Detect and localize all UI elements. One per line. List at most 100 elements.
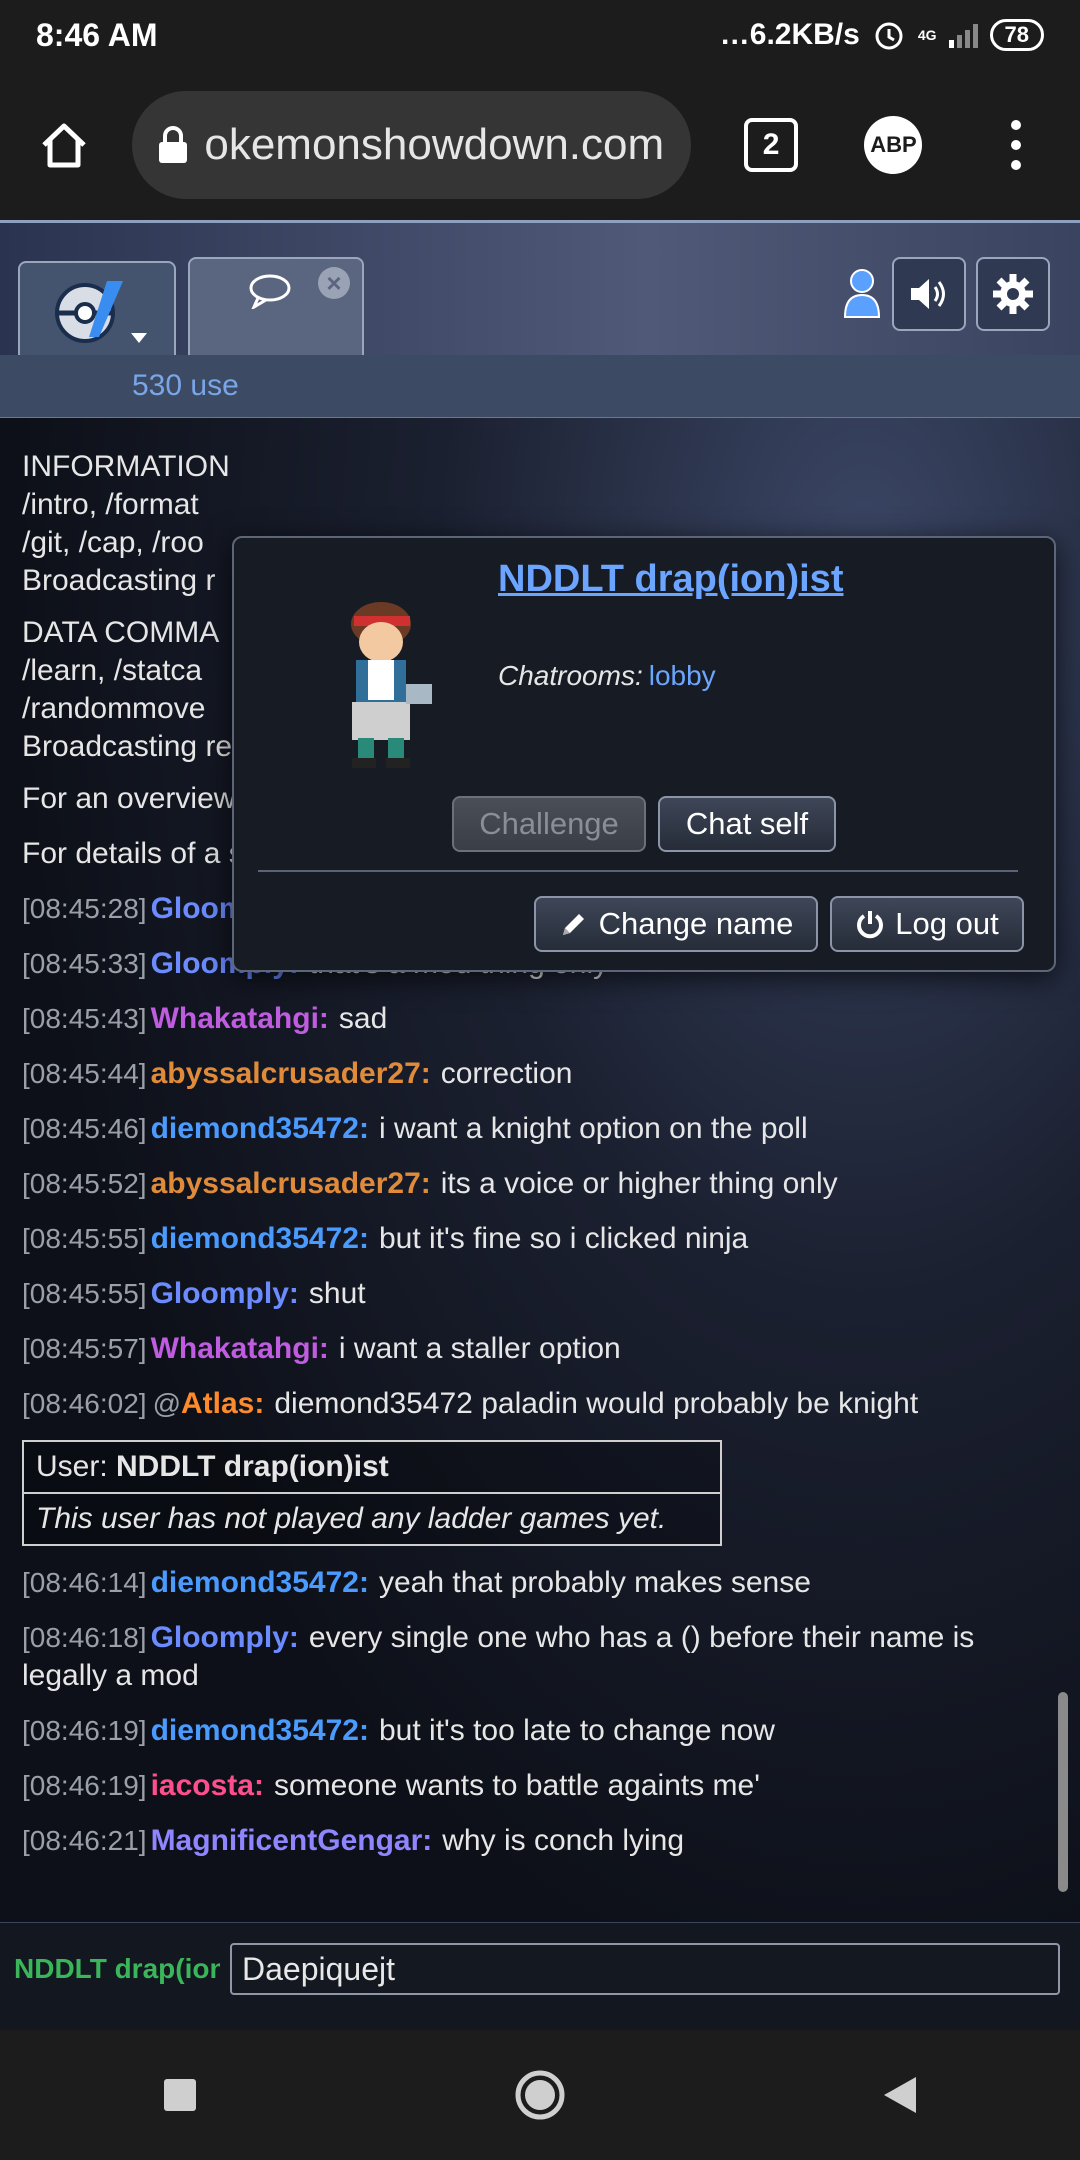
- showdown-page: × 530 use INFORMATION /intro, /format /g…: [0, 220, 1080, 2030]
- message-timestamp: [08:46:19]: [22, 1770, 147, 1801]
- sound-button[interactable]: [892, 257, 966, 331]
- network-type: 4G: [917, 27, 937, 43]
- message-username[interactable]: Gloomply:: [151, 1621, 299, 1654]
- chat-message: [08:46:14] diemond35472: yeah that probabl…: [22, 1564, 1052, 1602]
- message-username[interactable]: diemond35472:: [151, 1112, 369, 1145]
- url-bar[interactable]: okemonshowdown.com: [132, 91, 691, 199]
- popup-chatrooms: Chatrooms: lobby: [498, 660, 716, 691]
- showdown-logo-icon: [55, 281, 147, 343]
- chatroom-link-lobby[interactable]: lobby: [649, 660, 716, 691]
- recents-button[interactable]: [135, 2050, 225, 2140]
- message-timestamp: [08:46:02]: [22, 1388, 147, 1419]
- chat-message: [08:45:52] abyssalcrusader27: its a voice …: [22, 1165, 1052, 1203]
- message-timestamp: [08:45:55]: [22, 1223, 147, 1254]
- chat-message: [08:45:55] diemond35472: but it's fine so …: [22, 1220, 1052, 1258]
- message-timestamp: [08:46:18]: [22, 1622, 147, 1653]
- message-timestamp: [08:45:43]: [22, 1003, 147, 1034]
- home-nav-button[interactable]: [495, 2050, 585, 2140]
- home-button[interactable]: [20, 100, 108, 190]
- settings-button[interactable]: [976, 257, 1050, 331]
- close-tab-icon[interactable]: ×: [318, 267, 350, 299]
- trainer-avatar: [351, 602, 432, 768]
- user-info-table: User: NDDLT drap(ion)ist This user has n…: [22, 1440, 722, 1546]
- chat-message: [08:46:19] diemond35472: but it's too late…: [22, 1712, 1052, 1750]
- chat-message: [08:45:55] Gloomply: shut: [22, 1275, 1052, 1313]
- back-button[interactable]: [855, 2050, 945, 2140]
- home-icon: [42, 123, 86, 168]
- message-text: why is conch lying: [442, 1824, 685, 1857]
- message-username[interactable]: abyssalcrusader27:: [151, 1057, 431, 1090]
- message-username[interactable]: diemond35472:: [151, 1714, 369, 1747]
- user-icon[interactable]: [842, 267, 882, 319]
- signal-icon: [948, 22, 978, 48]
- volume-icon: [911, 279, 945, 309]
- user-popup: NDDLT drap(ion)ist Chatrooms: lobby Chall…: [232, 536, 1056, 972]
- message-username[interactable]: diemond35472:: [151, 1566, 369, 1599]
- chat-message: [08:46:19] iacosta: someone wants to battl…: [22, 1767, 1052, 1805]
- lobby-tab[interactable]: ×: [188, 257, 364, 365]
- menu-button[interactable]: [972, 100, 1060, 190]
- chat-message: [08:46:02] @Atlas: diemond35472 paladin wo…: [22, 1385, 1052, 1423]
- user-rank: @: [152, 1388, 181, 1419]
- message-username[interactable]: Whakatahgi:: [151, 1002, 329, 1035]
- message-username[interactable]: Whakatahgi:: [151, 1332, 329, 1365]
- user-info-note: This user has not played any ladder game…: [24, 1492, 720, 1544]
- status-icons: …6.2KB/s 4G 78: [720, 18, 1044, 52]
- message-username[interactable]: MagnificentGengar:: [151, 1824, 433, 1857]
- message-timestamp: [08:45:44]: [22, 1058, 147, 1089]
- message-text: diemond35472 paladin would probably be k…: [274, 1387, 919, 1420]
- chat-bubble-icon: [249, 274, 291, 309]
- back-triangle-icon: [884, 2077, 916, 2113]
- popup-divider: [258, 870, 1018, 872]
- chat-input[interactable]: [230, 1943, 1060, 1995]
- user-info-name: NDDLT drap(ion)ist: [116, 1450, 389, 1483]
- chat-self-button[interactable]: Chat self: [658, 796, 836, 852]
- browser-toolbar: okemonshowdown.com 2 ABP: [0, 70, 1080, 220]
- popup-username[interactable]: NDDLT drap(ion)ist: [498, 558, 843, 601]
- message-timestamp: [08:45:52]: [22, 1168, 147, 1199]
- message-username[interactable]: Gloomply:: [151, 1277, 299, 1310]
- message-text: i want a staller option: [338, 1332, 621, 1365]
- square-icon: [164, 2079, 196, 2111]
- message-timestamp: [08:46:19]: [22, 1715, 147, 1746]
- message-username[interactable]: Atlas:: [181, 1387, 264, 1420]
- own-username[interactable]: NDDLT drap(ion: [14, 1953, 220, 1985]
- message-timestamp: [08:45:46]: [22, 1113, 147, 1144]
- pencil-icon: [562, 914, 584, 935]
- chat-input-bar: NDDLT drap(ion: [0, 1922, 1080, 2030]
- abp-icon: ABP: [864, 116, 923, 174]
- user-list-bar[interactable]: 530 use: [0, 355, 1080, 418]
- home-tab[interactable]: [18, 261, 176, 365]
- gear-icon: [993, 274, 1033, 314]
- adblock-button[interactable]: ABP: [849, 100, 937, 190]
- chat-message: [08:45:46] diemond35472: i want a knight o…: [22, 1110, 1052, 1148]
- messages-after: [08:46:14] diemond35472: yeah that probabl…: [22, 1564, 1052, 1860]
- alarm-icon: [875, 22, 903, 50]
- message-username[interactable]: abyssalcrusader27:: [151, 1167, 431, 1200]
- chat-message: [08:45:57] Whakatahgi: i want a staller op…: [22, 1330, 1052, 1368]
- url-text: okemonshowdown.com: [204, 120, 665, 169]
- more-vert-icon: [1010, 120, 1021, 170]
- change-name-button[interactable]: Change name: [534, 896, 818, 952]
- message-text: i want a knight option on the poll: [378, 1112, 808, 1145]
- message-timestamp: [08:45:28]: [22, 893, 147, 924]
- log-out-button[interactable]: Log out: [830, 896, 1024, 952]
- message-timestamp: [08:46:14]: [22, 1567, 147, 1598]
- tab-switcher-button[interactable]: 2: [727, 100, 815, 190]
- message-username[interactable]: diemond35472:: [151, 1222, 369, 1255]
- scrollbar[interactable]: [1058, 1692, 1068, 1892]
- challenge-button[interactable]: Challenge: [452, 796, 646, 852]
- user-info-row: User: NDDLT drap(ion)ist: [36, 1450, 389, 1483]
- chat-message: [08:45:44] abyssalcrusader27: correction: [22, 1055, 1052, 1093]
- message-text: but it's fine so i clicked ninja: [378, 1222, 749, 1255]
- network-speed: …6.2KB/s: [719, 18, 860, 51]
- circle-icon: [515, 2070, 565, 2120]
- message-text: sad: [338, 1002, 388, 1035]
- battery-indicator: 78: [989, 19, 1044, 51]
- message-username[interactable]: iacosta:: [151, 1769, 264, 1802]
- message-timestamp: [08:45:57]: [22, 1333, 147, 1364]
- system-nav-bar: [0, 2030, 1080, 2160]
- message-text: its a voice or higher thing only: [440, 1167, 838, 1200]
- message-text: yeah that probably makes sense: [378, 1566, 811, 1599]
- status-bar: 8:46 AM …6.2KB/s 4G 78: [0, 0, 1080, 70]
